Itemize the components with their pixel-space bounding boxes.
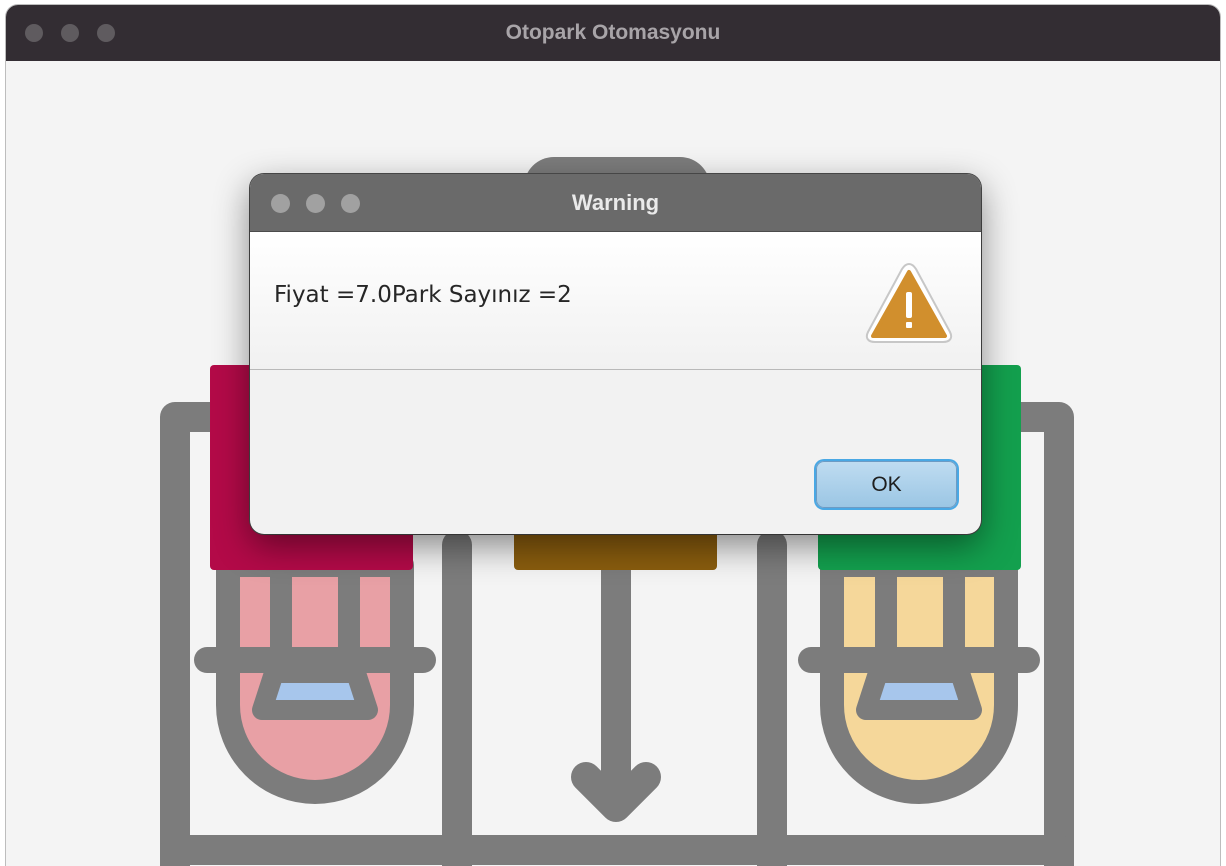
dialog-title: Warning bbox=[571, 190, 660, 215]
dialog-titlebar: Warning bbox=[250, 174, 981, 232]
dialog-header: Fiyat =7.0Park Sayınız =2 bbox=[250, 232, 981, 370]
car-right bbox=[798, 553, 1040, 804]
window-title: Otopark Otomasyonu bbox=[505, 21, 721, 44]
ok-button[interactable]: OK bbox=[816, 461, 957, 508]
car-left bbox=[194, 553, 436, 804]
warning-triangle-icon bbox=[865, 262, 953, 343]
window-titlebar: Otopark Otomasyonu bbox=[6, 5, 1220, 61]
dialog-message: Fiyat =7.0Park Sayınız =2 bbox=[274, 282, 572, 308]
down-arrow-icon bbox=[571, 555, 661, 822]
warning-dialog: Warning Fiyat =7.0Park Sayınız =2 OK bbox=[250, 174, 981, 534]
